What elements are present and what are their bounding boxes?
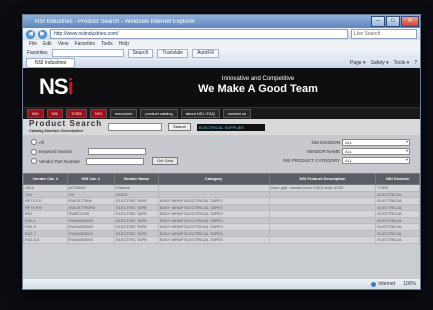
radio-vendor-part[interactable]: Vendor Part Number Get Data xyxy=(31,157,179,165)
radio-keyword[interactable]: Keyword Search xyxy=(31,148,147,155)
table-cell xyxy=(268,236,377,244)
toolbar-autofill[interactable]: AutoFill xyxy=(192,48,219,58)
tools-menu[interactable]: Tools ▾ xyxy=(394,60,410,66)
radio-keyword-label: Keyword Search xyxy=(39,149,73,154)
security-zone: Internet xyxy=(371,281,395,287)
vendor-label: VENDOR NAME xyxy=(306,149,340,154)
logo-text: NS xyxy=(39,74,69,99)
radio-all-label: All xyxy=(39,139,45,145)
toolbar-input[interactable] xyxy=(51,49,124,57)
title-bar: NSI Industries - Product Search - Window… xyxy=(23,15,420,28)
menu-favorites[interactable]: Favorites xyxy=(74,41,95,47)
division-filter: NSI DIVISION ALL xyxy=(311,139,410,146)
col-vendor-name[interactable]: Vendor Name xyxy=(114,173,159,185)
col-category[interactable]: Category xyxy=(157,173,270,185)
table-cell: ELECTRIC TAPE xyxy=(114,236,159,244)
results-table: Vendor Cat. # NSI Cat. # Vendor Name Cat… xyxy=(23,173,420,244)
zoom-level[interactable]: 100% xyxy=(403,281,416,287)
web-page: NSi Innovative and Competitive We Make A… xyxy=(23,68,420,279)
navigation-bar: ◀ ▶ http://www.nsiindustries.com/ Live S… xyxy=(23,28,420,40)
brand-nav: NSI NSi TORK NSI resources product catal… xyxy=(23,107,420,119)
toolbar-search[interactable]: Search xyxy=(127,48,154,58)
toolbar-translate[interactable]: Translate xyxy=(157,48,189,58)
vendor-select[interactable]: ALL xyxy=(342,148,410,155)
page-menu[interactable]: Page ▾ xyxy=(350,60,366,66)
command-bar: Page ▾ Safety ▾ Tools ▾ ? xyxy=(350,60,417,66)
ticker: ELECTRICAL SUPPLIES xyxy=(196,123,265,131)
menu-edit[interactable]: Edit xyxy=(43,41,52,47)
col-division[interactable]: NSI Division xyxy=(375,173,420,185)
nav-resources[interactable]: resources xyxy=(109,109,138,118)
menu-view[interactable]: View xyxy=(58,41,69,47)
site-banner: NSi Innovative and Competitive We Make A… xyxy=(23,68,420,107)
table-cell: EASY WRAP ELECTRICAL TAPES xyxy=(157,236,270,244)
brand-link-4[interactable]: NSI xyxy=(90,109,107,118)
get-data-button[interactable]: Get Data xyxy=(152,157,179,165)
search-button[interactable]: Search xyxy=(168,123,191,131)
product-search-header: Product Search Catalog Number Descriptio… xyxy=(23,119,420,135)
forward-icon[interactable]: ▶ xyxy=(38,29,47,39)
tagline: Innovative and Competitive We Make A Goo… xyxy=(183,76,333,95)
table-cell: R42-8.5 xyxy=(23,236,68,244)
product-search-title: Product Search Catalog Number Descriptio… xyxy=(29,120,102,134)
tab-bar: NSI Industries Page ▾ Safety ▾ Tools ▾ ? xyxy=(23,58,420,68)
globe-icon xyxy=(371,281,377,287)
links-toolbar: Favorites Search Translate AutoFill xyxy=(23,48,420,58)
window-title: NSI Industries - Product Search - Window… xyxy=(35,18,196,25)
browser-window: NSI Industries - Product Search - Window… xyxy=(22,14,421,290)
col-vendor-cat[interactable]: Vendor Cat. # xyxy=(23,173,68,185)
tagline-small: Innovative and Competitive xyxy=(221,76,295,82)
division-select[interactable]: ALL xyxy=(342,139,410,146)
address-bar[interactable]: http://www.nsiindustries.com/ xyxy=(50,29,348,39)
favorites-button[interactable]: Favorites xyxy=(27,50,48,56)
col-description[interactable]: NSI Product Description xyxy=(268,173,377,185)
maximize-button[interactable]: □ xyxy=(386,16,400,27)
menu-help[interactable]: Help xyxy=(119,41,129,47)
browser-search-input[interactable]: Live Search xyxy=(351,29,417,39)
radio-all[interactable]: All xyxy=(31,139,44,145)
radio-keyword-circle[interactable] xyxy=(31,148,37,155)
nav-contact[interactable]: contact us xyxy=(222,109,252,118)
category-select[interactable]: ALL xyxy=(342,157,410,164)
radio-vendor-part-circle[interactable] xyxy=(31,158,37,164)
radio-all-circle[interactable] xyxy=(31,139,37,145)
table-cell: EW40000000 xyxy=(66,236,116,244)
tagline-large: We Make A Good Team xyxy=(198,83,318,95)
col-nsi-cat[interactable]: NSI Cat. # xyxy=(66,173,116,185)
table-header-row: Vendor Cat. # NSI Cat. # Vendor Name Cat… xyxy=(23,173,420,185)
table-cell: ELECTRICAL xyxy=(375,236,420,244)
filter-panel: All Keyword Search Vendor Part Number Ge… xyxy=(23,135,420,173)
nsi-logo[interactable]: NSi xyxy=(39,74,74,100)
table-row[interactable]: R42-8.5 EW40000000 ELECTRIC TAPE EASY WRAP … xyxy=(23,236,420,244)
product-search-input[interactable] xyxy=(108,123,163,131)
close-button[interactable]: ✕ xyxy=(401,16,419,27)
minimize-button[interactable]: – xyxy=(371,16,385,27)
nav-product-catalog[interactable]: product catalog xyxy=(140,109,178,118)
brand-link-1[interactable]: NSI xyxy=(27,109,44,118)
help-icon[interactable]: ? xyxy=(414,60,417,66)
vendor-part-input[interactable] xyxy=(86,157,145,165)
brand-link-2[interactable]: NSi xyxy=(46,109,64,118)
division-label: NSI DIVISION xyxy=(311,140,340,145)
product-search-subtitle: Catalog Number Description xyxy=(29,128,84,133)
back-icon[interactable]: ◀ xyxy=(26,29,35,39)
category-label: NSI PRODUCT CATEGORY xyxy=(282,158,340,163)
safety-menu[interactable]: Safety ▾ xyxy=(371,60,389,66)
radio-vendor-part-label: Vendor Part Number xyxy=(39,158,81,164)
logo-i: i xyxy=(67,74,74,99)
menu-file[interactable]: File xyxy=(29,41,37,47)
keyword-input[interactable] xyxy=(88,148,147,155)
tab-nsi[interactable]: NSI Industries xyxy=(26,58,76,68)
nav-about[interactable]: about NSI / FAQ xyxy=(180,109,220,118)
status-bar: Internet 100% xyxy=(23,279,420,289)
menu-tools[interactable]: Tools xyxy=(101,41,113,47)
menu-bar: File Edit View Favorites Tools Help xyxy=(23,40,420,48)
vendor-filter: VENDOR NAME ALL xyxy=(306,148,410,155)
brand-link-3[interactable]: TORK xyxy=(66,109,88,118)
category-filter: NSI PRODUCT CATEGORY ALL xyxy=(283,157,410,164)
zone-label: Internet xyxy=(378,281,396,287)
